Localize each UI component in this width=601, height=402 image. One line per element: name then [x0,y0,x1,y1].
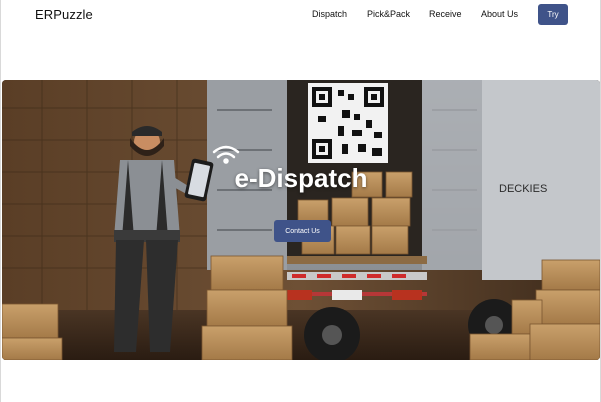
hero-title: e-Dispatch [234,163,368,193]
hero-banner: DECKIES e-Dispatch Contact Us [2,80,600,360]
top-nav: ERPuzzle Dispatch Pick&Pack Receive Abou… [1,0,600,30]
nav-link-pick-pack[interactable]: Pick&Pack [367,9,410,19]
contact-us-button[interactable]: Contact Us [274,220,331,242]
nav-link-receive[interactable]: Receive [429,9,462,19]
nav-link-dispatch[interactable]: Dispatch [312,9,347,19]
page: ERPuzzle Dispatch Pick&Pack Receive Abou… [0,0,601,402]
try-button[interactable]: Try [538,4,568,25]
nav-link-about-us[interactable]: About Us [481,9,518,19]
brand-logo[interactable]: ERPuzzle [35,7,93,22]
